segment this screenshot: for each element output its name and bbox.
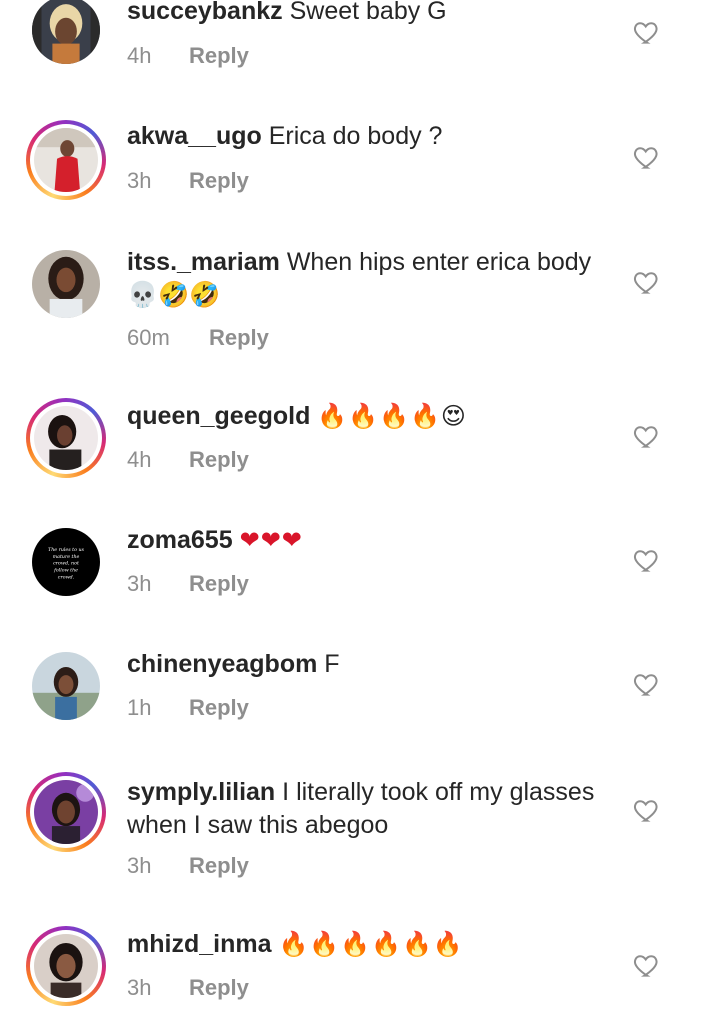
reply-button[interactable]: Reply [189, 571, 249, 596]
reply-button[interactable]: Reply [189, 975, 249, 1000]
avatar-button[interactable] [26, 244, 106, 324]
like-heart-icon[interactable] [632, 795, 662, 825]
avatar-button[interactable] [26, 120, 106, 200]
avatar-button[interactable] [26, 398, 106, 478]
comment-text: symply.lilian I literally took off my gl… [127, 776, 597, 842]
comment-meta: 3h Reply [127, 571, 249, 597]
timestamp: 3h [127, 571, 152, 596]
comment-text: mhizd_inma 🔥🔥🔥🔥🔥🔥 [127, 928, 597, 961]
comment-text: zoma655 ❤❤❤ [127, 524, 597, 557]
username-link[interactable]: zoma655 [127, 526, 233, 554]
like-heart-icon[interactable] [632, 421, 662, 451]
username-link[interactable]: succeybankz [127, 0, 283, 25]
comment-text: akwa__ugo Erica do body ? [127, 120, 597, 153]
comment-body: Sweet baby G [289, 0, 447, 25]
avatar [32, 0, 100, 64]
comment-body: F [324, 650, 340, 678]
avatar-button[interactable] [26, 0, 106, 70]
comment-text: queen_geegold 🔥🔥🔥🔥😍 [127, 400, 597, 433]
reply-button[interactable]: Reply [189, 43, 249, 68]
avatar [32, 250, 100, 318]
comment-text: chinenyeagbom F [127, 648, 597, 681]
like-heart-icon[interactable] [632, 950, 662, 980]
like-heart-icon[interactable] [632, 669, 662, 699]
reply-button[interactable]: Reply [189, 695, 249, 720]
like-heart-icon[interactable] [632, 267, 662, 297]
avatar: The rules to us mature the crowd, not fo… [32, 528, 100, 596]
reply-button[interactable]: Reply [189, 447, 249, 472]
avatar-button[interactable] [26, 772, 106, 852]
comment-body: 🔥🔥🔥🔥😍 [317, 403, 467, 430]
reply-button[interactable]: Reply [189, 853, 249, 878]
timestamp: 3h [127, 853, 152, 878]
timestamp: 60m [127, 325, 170, 350]
svg-text:crowd.: crowd. [58, 574, 75, 580]
comment-body: 🔥🔥🔥🔥🔥🔥 [278, 931, 464, 958]
comment-body: Erica do body ? [268, 122, 443, 150]
comment-meta: 3h Reply [127, 975, 249, 1001]
timestamp: 1h [127, 695, 152, 720]
svg-text:crowd, not: crowd, not [53, 561, 79, 567]
comment-meta: 4h Reply [127, 43, 249, 69]
username-link[interactable]: itss._mariam [127, 248, 280, 276]
reply-button[interactable]: Reply [209, 325, 269, 350]
timestamp: 4h [127, 43, 152, 68]
username-link[interactable]: chinenyeagbom [127, 650, 317, 678]
avatar-button[interactable] [26, 926, 106, 1006]
timestamp: 3h [127, 168, 152, 193]
avatar [34, 934, 98, 998]
like-heart-icon[interactable] [632, 17, 662, 47]
username-link[interactable]: mhizd_inma [127, 930, 271, 958]
like-heart-icon[interactable] [632, 545, 662, 575]
avatar-button[interactable] [26, 646, 106, 726]
avatar [34, 128, 98, 192]
comment-meta: 3h Reply [127, 168, 249, 194]
username-link[interactable]: akwa__ugo [127, 122, 262, 150]
avatar [34, 406, 98, 470]
reply-button[interactable]: Reply [189, 168, 249, 193]
comment-meta: 3h Reply [127, 853, 249, 879]
comment-text: succeybankz Sweet baby G [127, 0, 597, 28]
avatar [34, 780, 98, 844]
username-link[interactable]: symply.lilian [127, 778, 275, 806]
comment-meta: 1h Reply [127, 695, 249, 721]
comment-text: itss._mariam When hips enter erica body💀… [127, 246, 597, 312]
comments-list: succeybankz Sweet baby G 4h Reply akwa__u… [0, 0, 701, 1024]
svg-text:The rules to us: The rules to us [48, 547, 84, 553]
svg-text:mature the: mature the [53, 554, 80, 560]
timestamp: 4h [127, 447, 152, 472]
avatar-button[interactable]: The rules to us mature the crowd, not fo… [26, 522, 106, 602]
timestamp: 3h [127, 975, 152, 1000]
like-heart-icon[interactable] [632, 142, 662, 172]
username-link[interactable]: queen_geegold [127, 402, 310, 430]
avatar [32, 652, 100, 720]
comment-meta: 60m Reply [127, 325, 269, 351]
comment-body: ❤❤❤ [239, 527, 303, 554]
comment-meta: 4h Reply [127, 447, 249, 473]
svg-text:follow the: follow the [53, 568, 78, 574]
